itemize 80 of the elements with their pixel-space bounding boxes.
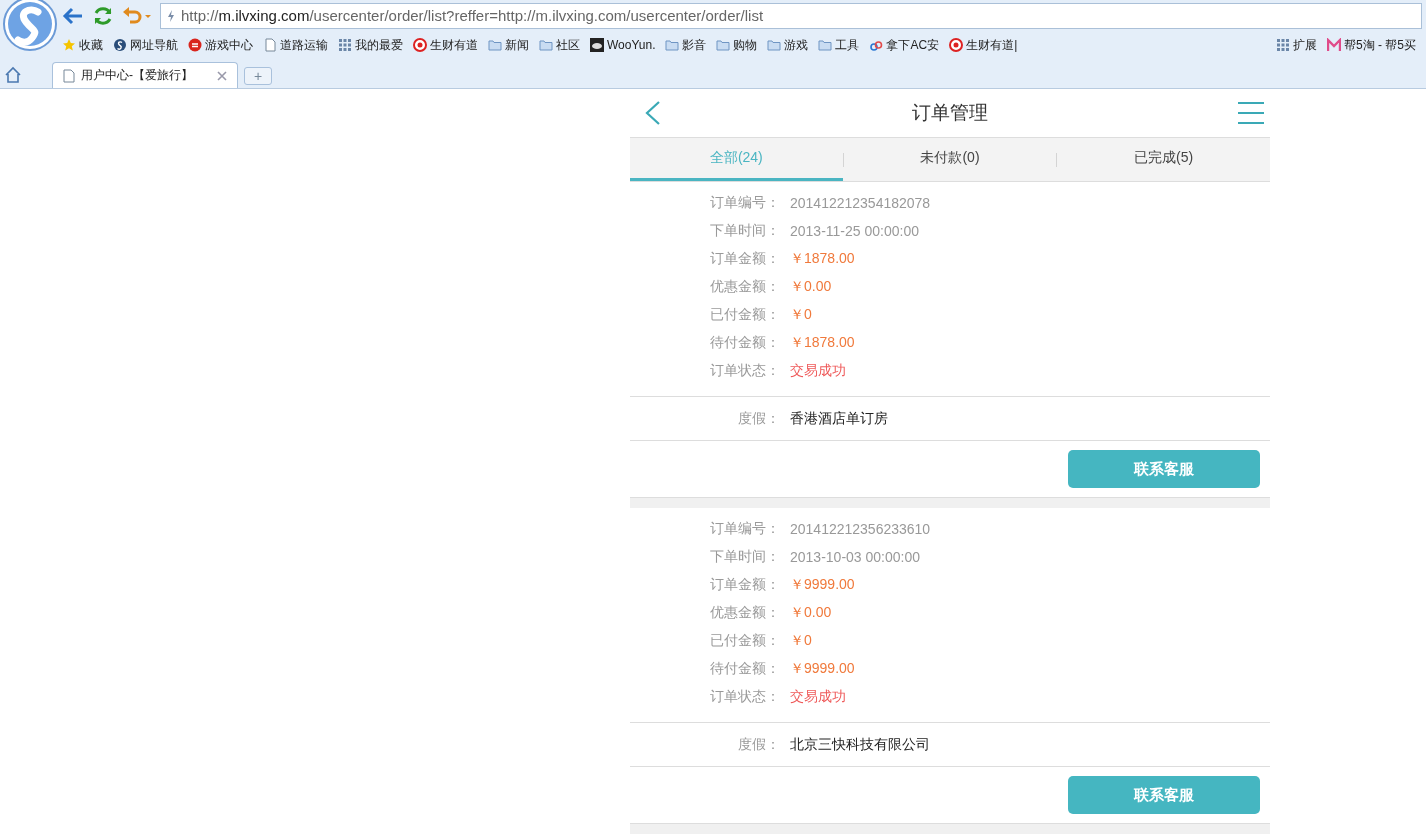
field-label: 优惠金额：	[709, 604, 780, 622]
filter-tab[interactable]: 未付款(0)	[843, 138, 1057, 181]
folder-icon	[488, 38, 502, 52]
field-value: ￥0.00	[790, 604, 832, 622]
field-value: 交易成功	[790, 688, 846, 706]
field-label: 度假：	[737, 735, 780, 754]
bookmark-link[interactable]: 生财有道	[413, 36, 478, 54]
field-label: 优惠金额：	[709, 278, 780, 296]
bookmark-link[interactable]: 游戏中心	[188, 36, 253, 54]
field-value: 201412212356233610	[790, 521, 931, 537]
bookmark-link[interactable]: 影音	[665, 36, 707, 54]
field-value: 2013-11-25 00:00:00	[790, 223, 919, 239]
field-label: 下单时间：	[709, 222, 780, 240]
bookmark-link[interactable]: 社区	[539, 36, 580, 54]
field-value: 2013-10-03 00:00:00	[790, 549, 920, 565]
folder-icon	[767, 38, 782, 52]
undo-icon[interactable]	[122, 5, 152, 26]
field-value: 交易成功	[790, 362, 846, 380]
field-label: 订单状态：	[709, 362, 780, 380]
field-label: 已付金额：	[709, 306, 780, 324]
field-value: 201412212354182078	[790, 195, 931, 211]
field-label: 订单金额：	[709, 576, 780, 594]
bookmark-link[interactable]: 新闻	[488, 36, 529, 54]
bookmark-link[interactable]: 道路运输	[263, 36, 328, 54]
tab-title: 用户中心-【爱旅行】	[81, 67, 194, 84]
back-icon[interactable]	[644, 100, 662, 126]
field-value: ￥0	[790, 632, 812, 650]
grid-icon	[338, 38, 352, 52]
field-label: 下单时间：	[709, 548, 780, 566]
url-text: http://m.ilvxing.com/usercenter/order/list?reffer=http://m.ilvxing.com/usercenter/order/list	[181, 7, 764, 24]
bookmark-link[interactable]: WooYun.	[590, 38, 656, 52]
folder-icon	[716, 38, 731, 52]
field-value: ￥9999.00	[790, 576, 855, 594]
back-icon[interactable]	[62, 5, 84, 26]
page-icon	[263, 38, 277, 52]
browser-logo-icon[interactable]	[2, 0, 58, 52]
m-logo-icon	[1327, 38, 1341, 52]
folder-icon	[665, 38, 680, 52]
folder-icon	[539, 38, 553, 52]
field-value: ￥1878.00	[790, 250, 855, 268]
bookmark-link[interactable]: 网址导航	[113, 36, 178, 54]
field-value: ￥1878.00	[790, 334, 855, 352]
field-label: 订单状态：	[709, 688, 780, 706]
page-icon	[63, 68, 75, 83]
field-value: ￥0	[790, 306, 812, 324]
bookmark-link[interactable]: 生财有道|	[949, 36, 1018, 54]
grid-icon	[1276, 38, 1290, 52]
home-icon[interactable]	[4, 66, 22, 84]
address-bar[interactable]: http://m.ilvxing.com/usercenter/order/list?reffer=http://m.ilvxing.com/usercenter/order/list	[160, 2, 1422, 29]
folder-icon	[818, 38, 833, 52]
close-icon[interactable]	[217, 70, 227, 81]
page-title: 订单管理	[912, 101, 988, 125]
bookmark-link[interactable]: 拿下AC安	[869, 36, 940, 54]
bookmark-link[interactable]: 收藏	[62, 36, 103, 54]
field-value: ￥0.00	[790, 278, 832, 296]
bookmark-link[interactable]: 游戏	[767, 36, 809, 54]
filter-tab[interactable]: 已完成(5)	[1057, 138, 1270, 181]
field-label: 度假：	[737, 409, 780, 428]
bookmark-link[interactable]: 工具	[818, 36, 860, 54]
field-label: 订单编号：	[709, 194, 780, 212]
refresh-icon[interactable]	[92, 4, 114, 27]
bookmark-link[interactable]: 我的最爱	[338, 36, 403, 54]
extension-button[interactable]: 帮5淘 - 帮5买	[1327, 36, 1416, 54]
product-name: 香港酒店单订房	[790, 409, 888, 428]
menu-icon[interactable]	[1238, 102, 1264, 124]
lightning-icon	[167, 9, 175, 22]
game-icon	[188, 38, 202, 52]
cloud-icon	[869, 38, 884, 52]
field-label: 待付金额：	[709, 660, 780, 678]
field-label: 订单金额：	[709, 250, 780, 268]
star-icon	[62, 38, 76, 52]
field-value: ￥9999.00	[790, 660, 855, 678]
bookmark-link[interactable]: 购物	[716, 36, 758, 54]
field-label: 已付金额：	[709, 632, 780, 650]
product-name: 北京三快科技有限公司	[790, 735, 930, 754]
wooyun-icon	[590, 38, 604, 52]
field-label: 订单编号：	[709, 520, 780, 538]
field-label: 待付金额：	[709, 334, 780, 352]
browser-tab[interactable]: 用户中心-【爱旅行】	[52, 62, 238, 88]
extension-button[interactable]: 扩展	[1276, 36, 1317, 54]
